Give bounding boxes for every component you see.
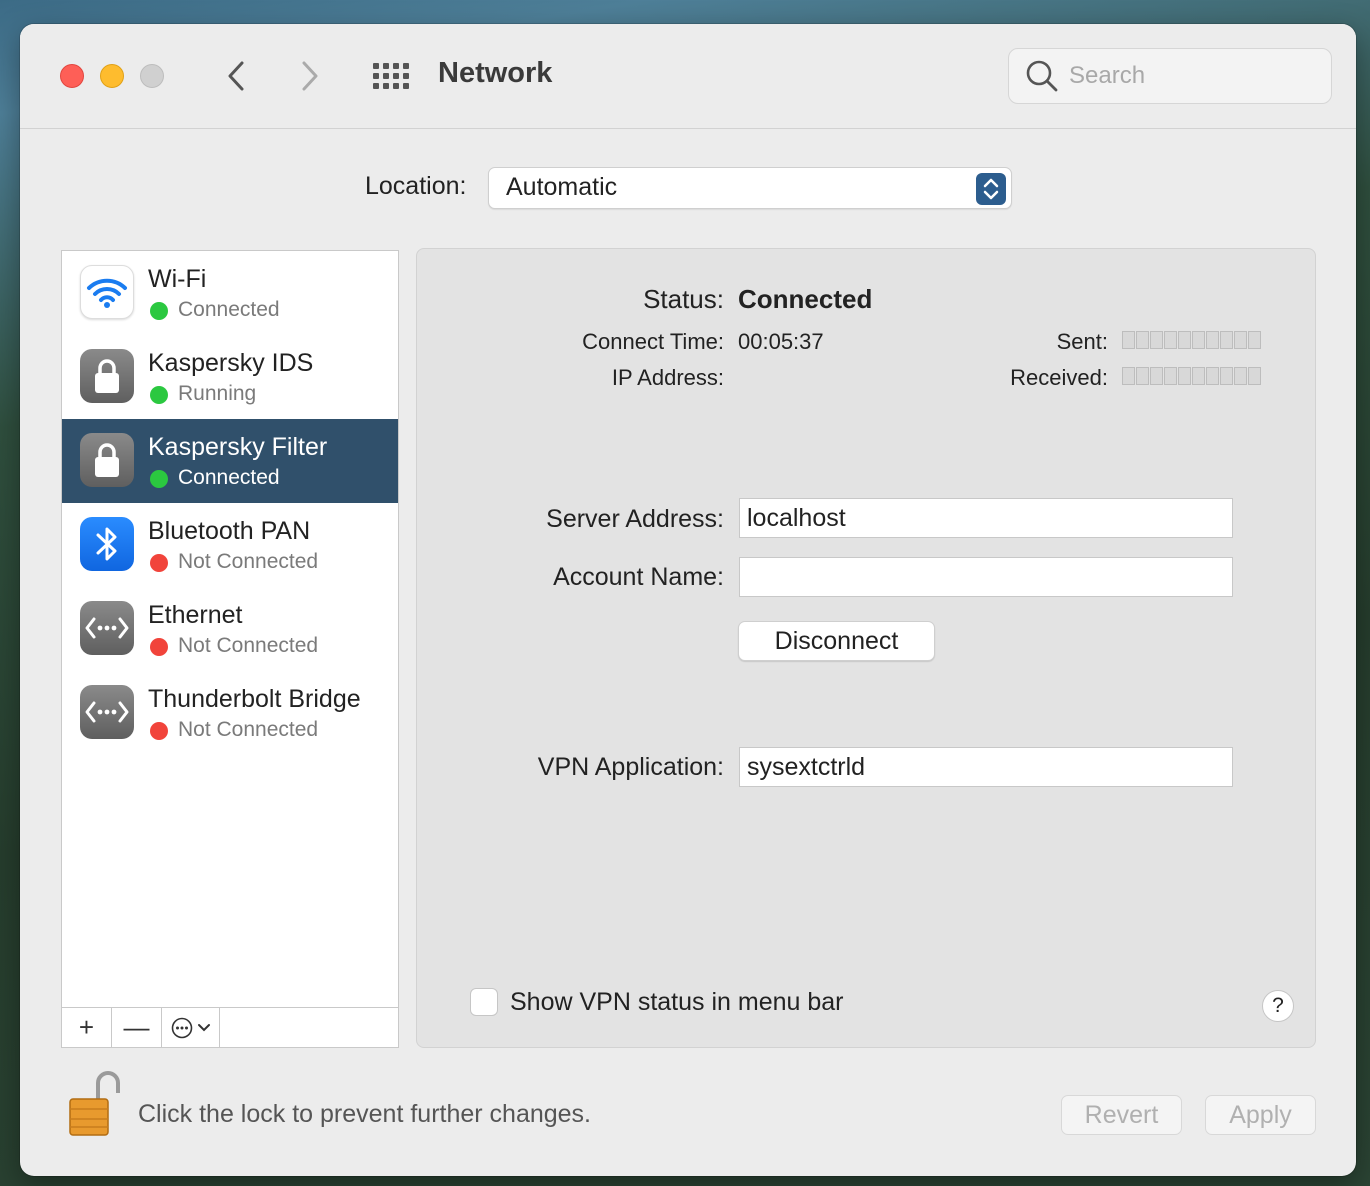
service-list-toolbar: + — xyxy=(62,1007,398,1047)
service-item-kaspersky-ids[interactable]: Kaspersky IDS Running xyxy=(62,335,398,419)
window-title: Network xyxy=(438,57,553,89)
show-vpn-status-checkbox[interactable] xyxy=(470,988,498,1016)
service-name: Thunderbolt Bridge xyxy=(148,685,361,713)
search-field[interactable] xyxy=(1008,48,1332,104)
close-button[interactable] xyxy=(60,64,84,88)
status-dot xyxy=(150,386,168,404)
ethernet-icon xyxy=(80,685,134,739)
service-status: Not Connected xyxy=(178,634,319,657)
service-item-ethernet[interactable]: Ethernet Not Connected xyxy=(62,587,398,671)
action-menu-button[interactable] xyxy=(162,1008,220,1047)
ip-address-label: IP Address: xyxy=(611,365,724,390)
chevron-right-icon xyxy=(302,61,318,91)
forward-button[interactable] xyxy=(290,56,330,96)
service-status: Connected xyxy=(178,466,280,489)
service-status: Running xyxy=(178,382,257,405)
show-vpn-status-label[interactable]: Show VPN status in menu bar xyxy=(510,988,844,1017)
connect-time-label: Connect Time: xyxy=(582,329,724,354)
search-icon xyxy=(1026,60,1058,92)
account-name-field[interactable] xyxy=(739,557,1233,597)
connect-time-value: 00:05:37 xyxy=(738,329,824,354)
updown-chevron-icon xyxy=(976,173,1006,205)
chevron-down-icon xyxy=(197,1023,210,1031)
sent-label: Sent: xyxy=(1056,329,1108,354)
service-status: Not Connected xyxy=(178,718,319,741)
zoom-button[interactable] xyxy=(140,64,164,88)
unlocked-padlock-icon[interactable] xyxy=(66,1069,122,1139)
service-item-kaspersky-filter[interactable]: Kaspersky Filter Connected xyxy=(62,419,398,503)
help-button[interactable]: ? xyxy=(1262,990,1294,1022)
service-name: Wi-Fi xyxy=(148,265,207,293)
sent-meter xyxy=(1122,331,1262,349)
service-status: Not Connected xyxy=(178,550,319,573)
bluetooth-icon xyxy=(80,517,134,571)
location-label: Location: xyxy=(365,172,467,200)
service-status: Connected xyxy=(178,298,280,321)
service-name: Bluetooth PAN xyxy=(148,517,311,545)
ethernet-icon xyxy=(80,601,134,655)
status-dot xyxy=(150,638,168,656)
revert-button[interactable]: Revert xyxy=(1061,1095,1182,1135)
vpn-detail-panel: Status: Connected Connect Time: 00:05:37… xyxy=(416,248,1316,1048)
received-meter xyxy=(1122,367,1262,385)
service-item-thunderbolt-bridge[interactable]: Thunderbolt Bridge Not Connected xyxy=(62,671,398,755)
titlebar: Network xyxy=(20,24,1356,129)
service-item-wifi[interactable]: Wi-Fi Connected xyxy=(62,251,398,335)
server-address-field[interactable] xyxy=(739,498,1233,538)
service-item-bluetooth-pan[interactable]: Bluetooth PAN Not Connected xyxy=(62,503,398,587)
server-address-label: Server Address: xyxy=(546,505,724,533)
lock-icon xyxy=(80,433,134,487)
apply-button[interactable]: Apply xyxy=(1205,1095,1316,1135)
lock-hint-text: Click the lock to prevent further change… xyxy=(138,1100,592,1128)
received-label: Received: xyxy=(1010,365,1108,390)
grid-icon xyxy=(373,63,379,69)
disconnect-button[interactable]: Disconnect xyxy=(738,621,935,661)
back-button[interactable] xyxy=(216,56,256,96)
remove-service-button[interactable]: — xyxy=(112,1008,162,1047)
show-all-button[interactable] xyxy=(370,58,410,98)
service-name: Kaspersky IDS xyxy=(148,349,314,377)
chevron-left-icon xyxy=(228,61,244,91)
search-input[interactable] xyxy=(1069,57,1319,95)
service-name: Kaspersky Filter xyxy=(148,433,328,461)
add-service-button[interactable]: + xyxy=(62,1008,112,1047)
ellipsis-circle-icon xyxy=(171,1017,192,1038)
location-value: Automatic xyxy=(506,173,618,201)
lock-icon xyxy=(80,349,134,403)
service-list: Wi-Fi Connected Kaspersky IDS Running Ka… xyxy=(61,250,399,1048)
vpn-application-field[interactable] xyxy=(739,747,1233,787)
service-name: Ethernet xyxy=(148,601,243,629)
status-value: Connected xyxy=(738,284,873,314)
wifi-icon xyxy=(80,265,134,319)
status-dot xyxy=(150,554,168,572)
network-preferences-window: Network Location: Automatic xyxy=(20,24,1356,1176)
status-dot xyxy=(150,302,168,320)
status-dot xyxy=(150,470,168,488)
account-name-label: Account Name: xyxy=(553,563,724,591)
minimize-button[interactable] xyxy=(100,64,124,88)
status-dot xyxy=(150,722,168,740)
status-label: Status: xyxy=(643,284,724,314)
location-select[interactable]: Automatic xyxy=(488,167,1012,209)
vpn-application-label: VPN Application: xyxy=(537,753,724,781)
